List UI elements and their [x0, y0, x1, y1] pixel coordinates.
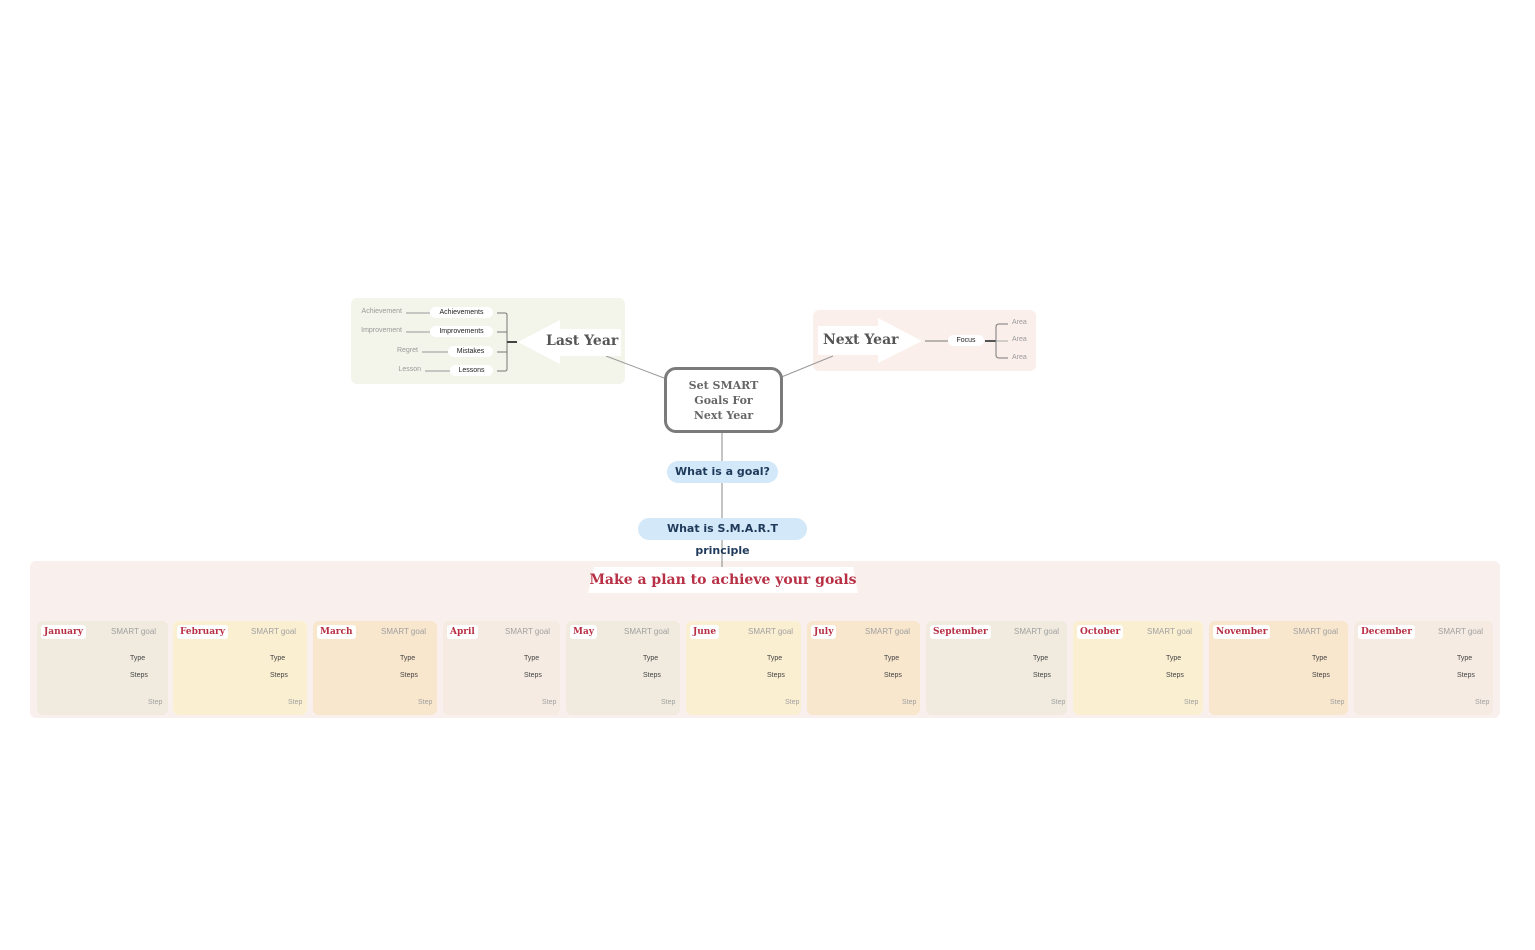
what-is-smart-topic[interactable]: What is S.M.A.R.T principle [638, 518, 807, 557]
step-node[interactable]: Step [542, 699, 556, 706]
central-topic[interactable]: Set SMART Goals For Next Year [664, 367, 783, 433]
step-node[interactable]: Step [148, 699, 162, 706]
steps-node[interactable]: Steps [884, 672, 902, 679]
last-year-detail-improvement[interactable]: Improvement [342, 327, 402, 334]
smart-goal-node[interactable]: SMART goal [1014, 627, 1059, 636]
month-label[interactable]: May [570, 625, 598, 639]
smart-goal-node[interactable]: SMART goal [1293, 627, 1338, 636]
type-node[interactable]: Type [643, 655, 658, 662]
type-node[interactable]: Type [524, 655, 539, 662]
month-label[interactable]: June [690, 625, 720, 639]
smart-goal-node[interactable]: SMART goal [251, 627, 296, 636]
steps-node[interactable]: Steps [270, 672, 288, 679]
month-card-october: October SMART goal Type Steps Step [1073, 621, 1203, 715]
next-year-title[interactable]: Next Year [823, 332, 899, 348]
steps-node[interactable]: Steps [1457, 672, 1475, 679]
steps-node[interactable]: Steps [130, 672, 148, 679]
type-node[interactable]: Type [884, 655, 899, 662]
steps-node[interactable]: Steps [1166, 672, 1184, 679]
smart-goal-node[interactable]: SMART goal [111, 627, 156, 636]
steps-node[interactable]: Steps [767, 672, 785, 679]
month-card-july: July SMART goal Type Steps Step [807, 621, 920, 715]
next-year-area[interactable]: Area [1012, 354, 1027, 361]
step-node[interactable]: Step [661, 699, 675, 706]
type-node[interactable]: Type [130, 655, 145, 662]
smart-goal-node[interactable]: SMART goal [748, 627, 793, 636]
plan-title-container: Make a plan to achieve your goals [588, 567, 858, 593]
smart-goal-node[interactable]: SMART goal [505, 627, 550, 636]
step-node[interactable]: Step [418, 699, 432, 706]
step-node[interactable]: Step [288, 699, 302, 706]
month-card-april: April SMART goal Type Steps Step [443, 621, 560, 715]
last-year-detail-achievement[interactable]: Achievement [342, 308, 402, 315]
last-year-lessons[interactable]: Lessons [450, 365, 493, 376]
smart-goal-node[interactable]: SMART goal [624, 627, 669, 636]
last-year-achievements[interactable]: Achievements [430, 307, 493, 318]
month-card-june: June SMART goal Type Steps Step [686, 621, 801, 715]
steps-node[interactable]: Steps [643, 672, 661, 679]
month-label[interactable]: December [1358, 625, 1416, 639]
month-card-january: January SMART goal Type Steps Step [37, 621, 168, 715]
step-node[interactable]: Step [902, 699, 916, 706]
last-year-title[interactable]: Last Year [546, 333, 618, 349]
month-label[interactable]: July [811, 625, 837, 639]
last-year-detail-regret[interactable]: Regret [358, 347, 418, 354]
smart-goal-node[interactable]: SMART goal [865, 627, 910, 636]
month-label[interactable]: November [1213, 625, 1271, 639]
step-node[interactable]: Step [1475, 699, 1489, 706]
last-year-improvements[interactable]: Improvements [430, 326, 493, 337]
central-topic-line: Set SMART [688, 378, 759, 392]
step-node[interactable]: Step [1184, 699, 1198, 706]
next-year-area[interactable]: Area [1012, 336, 1027, 343]
month-card-may: May SMART goal Type Steps Step [566, 621, 680, 715]
type-node[interactable]: Type [767, 655, 782, 662]
month-label[interactable]: April [447, 625, 478, 639]
step-node[interactable]: Step [785, 699, 799, 706]
type-node[interactable]: Type [270, 655, 285, 662]
month-label[interactable]: March [317, 625, 356, 639]
smart-goal-node[interactable]: SMART goal [381, 627, 426, 636]
type-node[interactable]: Type [1457, 655, 1472, 662]
month-label[interactable]: January [41, 625, 86, 639]
month-label[interactable]: September [930, 625, 991, 639]
last-year-detail-lesson[interactable]: Lesson [361, 366, 421, 373]
what-is-a-goal-topic[interactable]: What is a goal? [667, 461, 778, 483]
month-card-february: February SMART goal Type Steps Step [173, 621, 307, 715]
last-year-mistakes[interactable]: Mistakes [448, 346, 493, 357]
type-node[interactable]: Type [400, 655, 415, 662]
month-card-december: December SMART goal Type Steps Step [1354, 621, 1493, 715]
smart-goal-node[interactable]: SMART goal [1147, 627, 1192, 636]
step-node[interactable]: Step [1330, 699, 1344, 706]
smart-goal-node[interactable]: SMART goal [1438, 627, 1483, 636]
next-year-area[interactable]: Area [1012, 319, 1027, 326]
step-node[interactable]: Step [1051, 699, 1065, 706]
plan-title[interactable]: Make a plan to achieve your goals [588, 567, 858, 593]
steps-node[interactable]: Steps [524, 672, 542, 679]
steps-node[interactable]: Steps [400, 672, 418, 679]
type-node[interactable]: Type [1033, 655, 1048, 662]
central-topic-line: Goals For [694, 393, 753, 407]
month-card-september: September SMART goal Type Steps Step [926, 621, 1067, 715]
type-node[interactable]: Type [1312, 655, 1327, 662]
steps-node[interactable]: Steps [1312, 672, 1330, 679]
month-label[interactable]: February [177, 625, 229, 639]
steps-node[interactable]: Steps [1033, 672, 1051, 679]
month-card-november: November SMART goal Type Steps Step [1209, 621, 1348, 715]
type-node[interactable]: Type [1166, 655, 1181, 662]
month-card-march: March SMART goal Type Steps Step [313, 621, 437, 715]
central-topic-line: Next Year [693, 408, 754, 422]
next-year-focus[interactable]: Focus [948, 335, 984, 346]
month-label[interactable]: October [1077, 625, 1124, 639]
